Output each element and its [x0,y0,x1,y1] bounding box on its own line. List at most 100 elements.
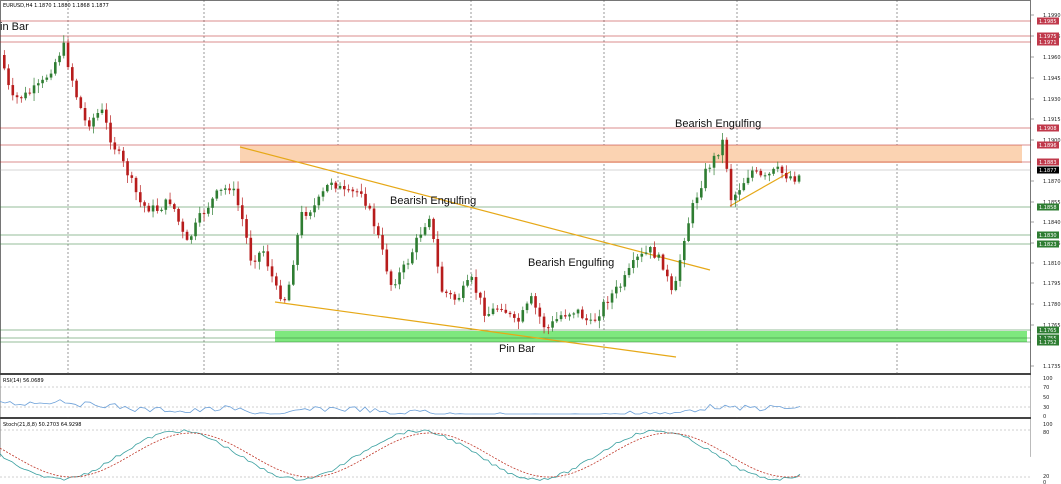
candle-body [610,293,614,303]
stochastic-panel[interactable] [0,419,1031,484]
candle-body [797,175,801,182]
candle-body [151,205,155,212]
candle-body [249,237,253,261]
level-tag-label: 1.1908 [1039,126,1057,132]
stochastic-axis-label: 0 [1043,480,1046,484]
price-axis-label: 1.1780 [1043,302,1061,308]
candle-body [185,231,189,240]
candle-body [602,301,605,317]
candle-body [100,109,104,114]
candle-body [483,297,486,316]
candle-body [3,55,6,69]
candle-body [678,260,682,281]
candle-body [615,286,618,294]
candle-body [636,256,639,261]
annotation-bearish-engulfing-middle: Bearish Engulfing [528,257,614,269]
candle-body [653,247,656,258]
candle-body [147,205,151,212]
candle-body [551,321,554,328]
candle-body [258,252,261,262]
candle-body [581,309,584,319]
rsi-axis-label: 50 [1043,395,1049,401]
candle-body [385,249,389,272]
candle-body [530,296,533,304]
candle-body [538,307,542,317]
candle-body [75,80,78,98]
candle-body [389,271,393,285]
candle-body [742,183,746,191]
candle-body [649,247,652,253]
level-tag-label: 1.1858 [1039,205,1057,211]
candle-body [20,97,23,99]
candle-body [466,280,469,286]
candle-body [470,277,474,281]
candle-body [644,252,648,254]
candle-body [576,309,580,314]
candle-body [283,299,287,301]
chart-window[interactable]: EURUSD,H4 1.1870 1.1880 1.1868 1.1877 in… [0,0,1061,484]
candle-body [793,176,797,182]
candle-body [232,188,236,191]
candle-body [41,79,44,84]
candle-body [623,275,627,287]
rsi-axis-label: 70 [1043,385,1049,391]
support-zone[interactable] [275,331,1027,342]
level-tag-label: 1.1896 [1039,143,1057,149]
candle-body [228,188,231,191]
candle-body [785,172,788,179]
candle-body [568,314,571,317]
candle-body [202,213,206,215]
candle-body [173,204,176,209]
candle-body [7,68,10,86]
level-tag-label: 1.1883 [1039,160,1057,166]
candle-body [734,194,737,201]
candle-body [139,192,142,203]
candle-body [181,221,185,232]
candle-body [661,254,665,270]
candle-body [224,188,227,190]
candle-body [304,211,308,216]
candle-body [487,314,491,316]
candle-body [666,269,669,277]
candle-body [334,182,338,189]
candle-body [241,205,244,220]
candle-body [670,276,673,291]
candle-body [309,212,312,216]
candle-body [317,196,321,206]
candle-body [555,319,559,322]
level-tag-label: 1.1765 [1039,328,1057,334]
candle-body [436,238,440,267]
candle-body [453,294,457,300]
candle-body [593,319,597,321]
candle-body [462,285,465,298]
candle-body [113,142,117,150]
candle-body [789,176,792,179]
candle-body [194,222,197,237]
candle-body [491,308,495,315]
price-axis-label: 1.1840 [1043,220,1061,226]
annotation-pin-bar: Pin Bar [499,343,535,355]
candle-body [160,209,163,211]
candle-body [657,254,661,258]
candle-body [156,205,159,211]
stochastic-axis-label: 80 [1043,430,1049,436]
candle-body [164,199,168,210]
candle-body [755,170,758,172]
candle-body [674,280,678,291]
candle-body [504,309,508,313]
candle-body [406,263,410,265]
candle-body [275,276,278,286]
candle-body [508,312,512,315]
candle-body [627,267,631,276]
rsi-axis-label: 30 [1043,405,1049,411]
rsi-axis-label: 100 [1043,376,1053,382]
resistance-zone[interactable] [240,145,1022,163]
candle-body [351,189,355,192]
rsi-axis-label: 0 [1043,414,1046,420]
rsi-panel[interactable] [0,375,1031,417]
candle-body [500,308,503,310]
candle-body [266,251,270,267]
candle-body [109,122,112,143]
candle-body [559,315,563,320]
candle-body [598,316,601,321]
